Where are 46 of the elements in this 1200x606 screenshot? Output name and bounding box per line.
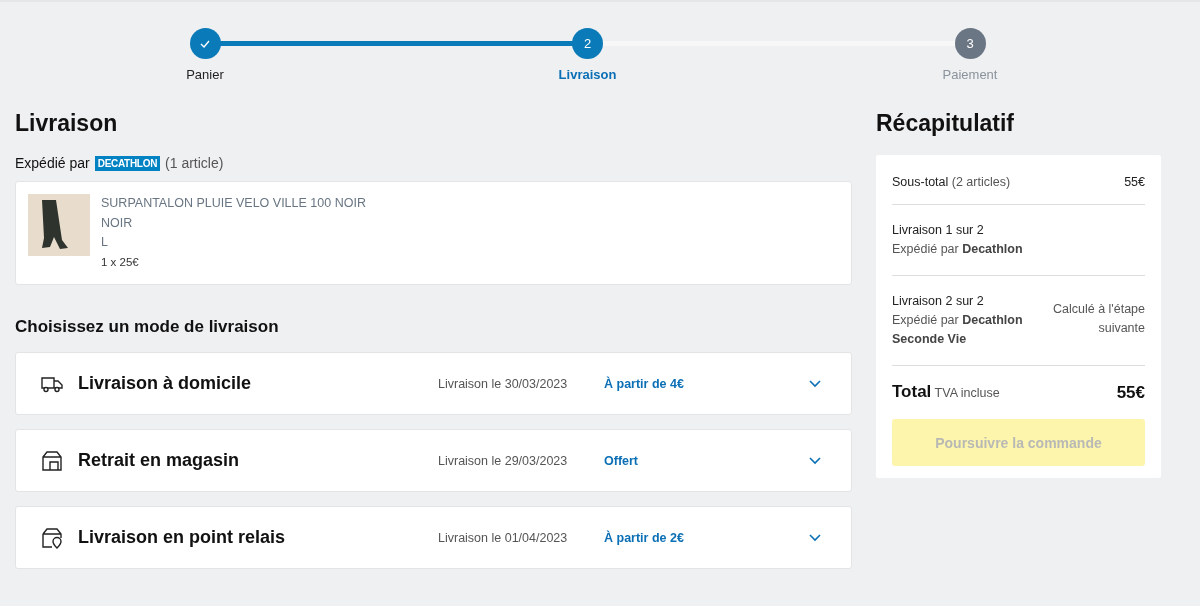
option-price: À partir de 4€ — [604, 376, 685, 391]
chevron-down-icon — [809, 533, 821, 542]
delivery-date: Livraison le 30/03/2023 — [438, 376, 569, 391]
subtotal-count: (2 articles) — [951, 175, 1011, 189]
subtotal-value: 55€ — [1124, 174, 1145, 191]
article-count: (1 article) — [165, 155, 224, 171]
shipment-seller: Expédié par Decathlon — [892, 241, 1023, 258]
option-price: Offert — [604, 453, 640, 468]
chevron-down-icon — [809, 456, 821, 465]
total-value: 55€ — [1116, 383, 1145, 402]
option-price: À partir de 2€ — [604, 530, 685, 545]
step-label: Panier — [186, 67, 224, 82]
options-title: Choisissez un mode de livraison — [15, 317, 280, 337]
delivery-date: Livraison le 01/04/2023 — [438, 530, 569, 545]
parcel-pin-icon — [40, 526, 64, 549]
shipment-title: Livraison 2 sur 2 — [892, 293, 985, 310]
delivery-option[interactable]: Livraison en point relais Livraison le 01/04/2023 À partir de 2€ — [15, 506, 852, 569]
tax-note: TVA incluse — [934, 386, 1000, 400]
delivery-option[interactable]: Livraison à domicile Livraison le 30/03/2023 À partir de 4€ — [15, 352, 852, 415]
total-label: Total — [892, 382, 932, 401]
summary-title: Récapitulatif — [876, 110, 1016, 137]
subtotal-label: Sous-total — [892, 175, 949, 189]
product-price: 1 x 25€ — [101, 254, 140, 270]
option-name: Livraison à domicile — [78, 373, 253, 394]
shipped-by-text: Expédié par — [15, 155, 90, 171]
product-name: SURPANTALON PLUIE VELO VILLE 100 NOIR — [101, 195, 366, 212]
product-size: L — [101, 234, 109, 251]
step-label: Paiement — [942, 67, 998, 82]
section-title: Livraison — [15, 110, 119, 137]
chevron-down-icon — [809, 379, 821, 388]
store-icon — [40, 449, 64, 472]
truck-icon — [40, 374, 64, 393]
step-label: Livraison — [558, 67, 617, 82]
step-circle: 3 — [954, 28, 986, 59]
seller-logo: DECATHLON — [94, 155, 161, 171]
option-name: Livraison en point relais — [78, 527, 287, 548]
step-circle: 2 — [572, 28, 603, 59]
shipment-title: Livraison 1 sur 2 — [892, 222, 985, 239]
photo-placeholder — [28, 194, 90, 256]
shipment-seller: Expédié par Decathlon Seconde Vie — [892, 312, 1024, 348]
delivery-date: Livraison le 29/03/2023 — [438, 453, 569, 468]
product-color: NOIR — [101, 214, 134, 232]
check-icon — [200, 39, 210, 48]
shipping-cost-note: Calculé à l'étape suivante — [1051, 301, 1145, 337]
option-name: Retrait en magasin — [78, 450, 241, 471]
delivery-option[interactable]: Retrait en magasin Livraison le 29/03/2023 Offert — [15, 429, 852, 492]
